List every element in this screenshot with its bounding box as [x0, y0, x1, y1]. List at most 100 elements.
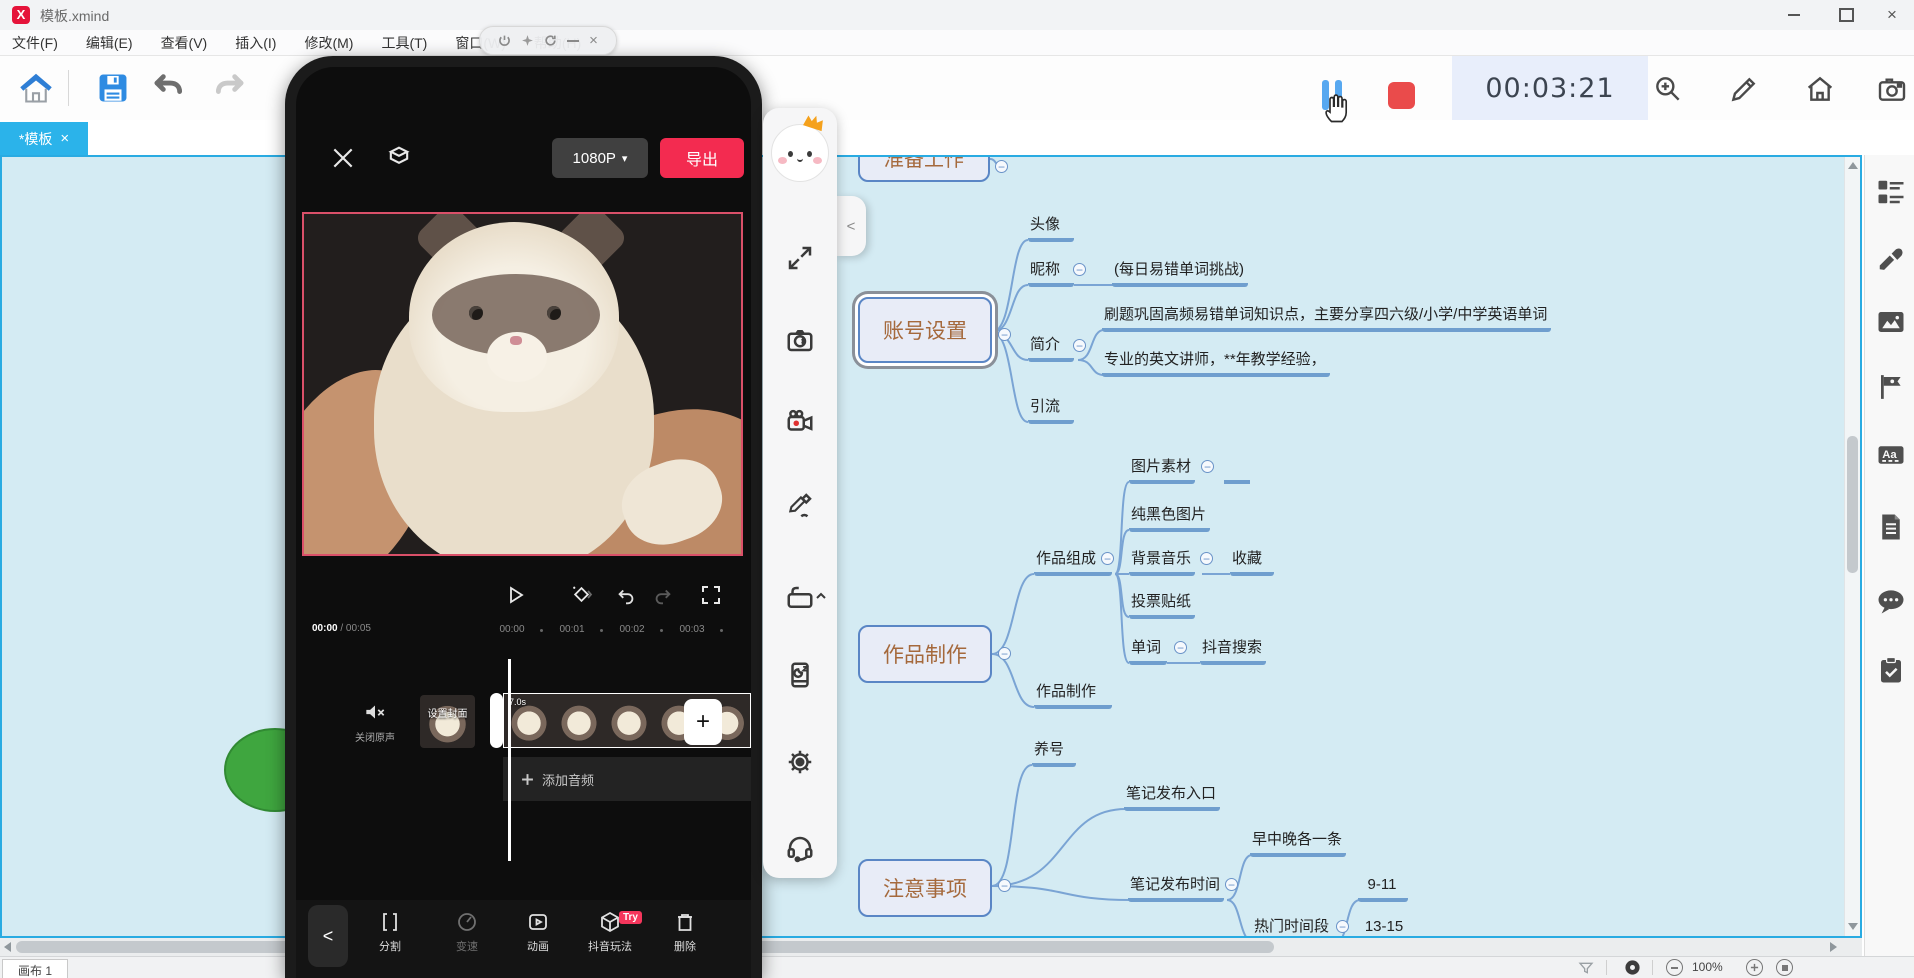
menu-insert[interactable]: 插入(I): [235, 33, 276, 53]
notes-icon[interactable]: [1876, 512, 1906, 542]
pencil-button[interactable]: [1728, 73, 1760, 105]
horizontal-scrollbar[interactable]: [0, 938, 1862, 956]
vertical-scroll-thumb[interactable]: [1847, 436, 1858, 573]
recorder-home-button[interactable]: [1804, 73, 1836, 105]
tutorial-cube-icon[interactable]: [385, 143, 413, 171]
menu-modify[interactable]: 修改(M): [304, 33, 353, 53]
playhead[interactable]: [508, 659, 511, 861]
collapse-badge-account[interactable]: −: [998, 328, 1011, 341]
camera-icon[interactable]: [785, 325, 815, 355]
editor-redo-icon[interactable]: [652, 585, 674, 607]
home-button[interactable]: [18, 70, 54, 106]
split-button[interactable]: 分割: [360, 910, 420, 954]
topic-production[interactable]: 作品制作: [858, 625, 992, 683]
collapse-badge-image-material[interactable]: −: [1201, 460, 1214, 473]
collapse-badge-word[interactable]: −: [1174, 641, 1187, 654]
tab-template[interactable]: *模板 ×: [0, 122, 88, 155]
sidebar-collapse-button[interactable]: <: [836, 196, 866, 256]
scroll-down-icon[interactable]: [1848, 923, 1858, 930]
keyboard-icon[interactable]: [785, 583, 815, 613]
export-button[interactable]: 导出: [660, 138, 744, 178]
fit-view-button[interactable]: [1776, 959, 1793, 976]
topic-nurture[interactable]: 养号: [1032, 740, 1076, 767]
scroll-right-icon[interactable]: [1830, 942, 1837, 952]
topic-nickname[interactable]: 昵称: [1028, 260, 1074, 287]
save-button[interactable]: [96, 71, 130, 105]
topic-slot-noon[interactable]: 13-15: [1360, 917, 1410, 938]
close-button[interactable]: ×: [1870, 0, 1914, 30]
topic-intro[interactable]: 简介: [1028, 335, 1074, 362]
scroll-up-icon[interactable]: [1848, 162, 1858, 169]
topic-drain[interactable]: 引流: [1028, 397, 1074, 424]
editor-undo-icon[interactable]: [615, 585, 637, 607]
refresh-icon[interactable]: [544, 34, 557, 47]
zoom-out-button[interactable]: [1666, 959, 1683, 976]
set-cover-thumb[interactable]: 设置封面: [420, 695, 475, 748]
menu-file[interactable]: 文件(F): [12, 33, 58, 53]
pill-minimize-icon[interactable]: [567, 40, 579, 42]
play-button[interactable]: [503, 583, 527, 607]
vertical-scrollbar[interactable]: [1844, 157, 1860, 936]
menu-edit[interactable]: 编辑(E): [86, 33, 133, 53]
gear-icon[interactable]: [785, 747, 815, 777]
douyin-effects-button[interactable]: 抖音玩法 Try: [580, 910, 640, 954]
topic-nickname-note[interactable]: (每日易错单词挑战): [1112, 260, 1248, 287]
filter-icon[interactable]: [1578, 960, 1594, 976]
add-audio-row[interactable]: 添加音频: [503, 757, 751, 801]
zoom-in-button[interactable]: [1746, 959, 1763, 976]
pill-close-icon[interactable]: ×: [589, 32, 598, 49]
collapse-badge-bgm[interactable]: −: [1200, 552, 1213, 565]
topic-bgm[interactable]: 背景音乐: [1129, 549, 1195, 576]
pin-toggle-icon[interactable]: [1624, 959, 1641, 976]
undo-button[interactable]: [152, 71, 186, 105]
sheet-tab[interactable]: 画布 1: [2, 959, 68, 978]
video-clip[interactable]: 7.0s +: [503, 693, 751, 748]
topic-black-image[interactable]: 纯黑色图片: [1129, 505, 1210, 532]
task-clipboard-icon[interactable]: [1876, 655, 1906, 685]
marker-flag-icon[interactable]: [1876, 372, 1906, 402]
editor-back-button[interactable]: <: [308, 905, 348, 967]
topic-note-entry[interactable]: 笔记发布入口: [1124, 784, 1220, 811]
mindmap-canvas[interactable]: 准备工作 账号设置 作品制作 注意事项 头像 昵称 (每日易错单词挑战) 简介 …: [0, 155, 1862, 938]
scroll-left-icon[interactable]: [4, 942, 11, 952]
clip-trim-handle[interactable]: [490, 693, 503, 748]
topic-production-child[interactable]: 作品制作: [1034, 682, 1112, 709]
redo-button[interactable]: [212, 71, 246, 105]
collapse-badge-notice[interactable]: −: [998, 879, 1011, 892]
topic-composition[interactable]: 作品组成: [1034, 549, 1112, 576]
comments-icon[interactable]: [1876, 586, 1906, 616]
video-preview[interactable]: [302, 212, 743, 556]
outline-panel-icon[interactable]: [1876, 177, 1906, 207]
power-icon[interactable]: [498, 34, 511, 47]
collapse-badge-note-time[interactable]: −: [1225, 878, 1238, 891]
keyframe-icon[interactable]: [570, 583, 594, 607]
expand-icon[interactable]: [785, 243, 815, 273]
mute-original-label[interactable]: 关闭原声: [345, 729, 405, 744]
collapse-badge-prepare[interactable]: −: [995, 160, 1008, 173]
menu-tools[interactable]: 工具(T): [381, 33, 427, 53]
speed-button[interactable]: 变速: [437, 910, 497, 954]
zoom-button[interactable]: [1652, 73, 1684, 105]
topic-favorite[interactable]: 收藏: [1230, 549, 1274, 576]
phone-sleep-icon[interactable]: [785, 660, 815, 690]
sparkle-icon[interactable]: [521, 34, 534, 47]
headset-icon[interactable]: [785, 833, 815, 863]
topic-notice[interactable]: 注意事项: [858, 859, 992, 917]
minimize-button[interactable]: [1772, 0, 1816, 30]
topic-douyin-search[interactable]: 抖音搜索: [1200, 638, 1266, 665]
collapse-badge-hot-slot[interactable]: −: [1336, 920, 1349, 933]
mute-original-icon[interactable]: [362, 699, 388, 725]
maximize-button[interactable]: [1824, 0, 1868, 30]
screenshot-camera-button[interactable]: [1876, 73, 1908, 105]
stop-recording-button[interactable]: [1388, 82, 1415, 109]
tab-close-icon[interactable]: ×: [60, 130, 69, 147]
delete-button[interactable]: 删除: [655, 910, 715, 954]
collapse-badge-nickname[interactable]: −: [1073, 263, 1086, 276]
topic-three-daily[interactable]: 早中晚各一条: [1250, 830, 1346, 857]
format-brush-icon[interactable]: [1876, 243, 1906, 273]
collapse-badge-intro[interactable]: −: [1073, 339, 1086, 352]
collapse-badge-composition[interactable]: −: [1101, 552, 1114, 565]
resolution-select[interactable]: 1080P▾: [552, 138, 648, 178]
topic-slot-morning[interactable]: 9-11: [1358, 875, 1408, 902]
topic-word[interactable]: 单词: [1129, 638, 1167, 665]
